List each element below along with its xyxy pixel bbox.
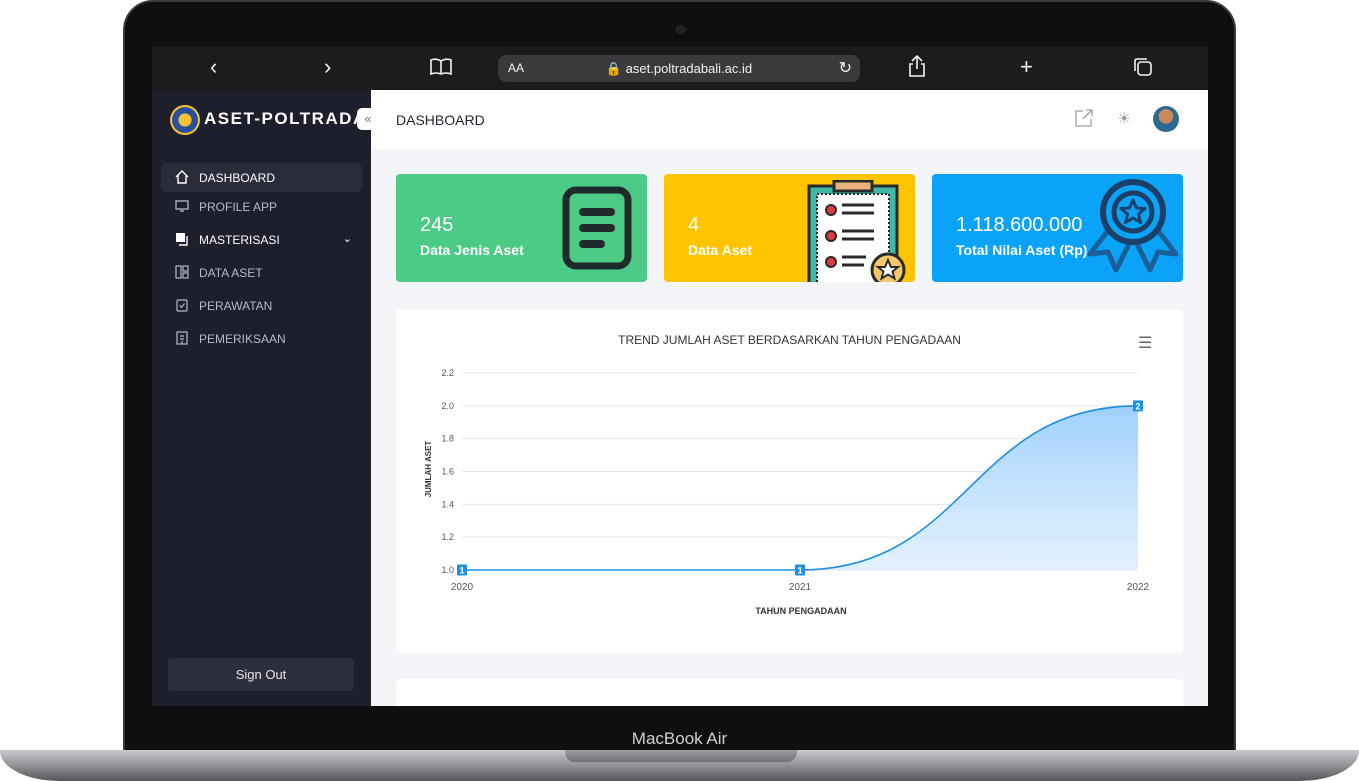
reload-icon[interactable]: ↻ bbox=[839, 58, 852, 78]
x-axis-label: TAHUN PENGADAAN bbox=[755, 606, 846, 616]
sidebar-item-label: PROFILE APP bbox=[199, 200, 278, 214]
trend-chart: 1.0 1.2 1.4 1.6 1.8 2.0 2.2 1 1 2 2020 2021 2022 T… bbox=[424, 368, 1150, 616]
sidebar-item-label: PEMERIKSAAN bbox=[199, 332, 286, 346]
camera bbox=[676, 25, 685, 34]
screen: ‹ › AA 🔒 aset.poltradabali.ac.id ↻ + ASE… bbox=[152, 46, 1208, 706]
avatar[interactable] bbox=[1153, 106, 1179, 132]
stat-label: Total Nilai Aset (Rp) bbox=[956, 242, 1088, 258]
document-icon bbox=[562, 186, 632, 270]
sidebar-item-data-aset[interactable]: DATA ASET bbox=[161, 258, 362, 287]
laptop-notch bbox=[565, 750, 797, 762]
clipboard-list-icon bbox=[807, 180, 906, 282]
y-tick-label: 2.0 bbox=[441, 401, 454, 411]
data-label-text: 1 bbox=[797, 566, 802, 576]
share-icon[interactable] bbox=[908, 54, 926, 83]
app-name: ASET-POLTRADA bbox=[204, 109, 367, 128]
forward-icon[interactable]: › bbox=[324, 54, 331, 80]
y-tick-label: 1.2 bbox=[441, 532, 454, 542]
sidebar-item-masterisasi[interactable]: MASTERISASI ⌄ bbox=[161, 225, 362, 254]
sidebar-item-profile-app[interactable]: PROFILE APP bbox=[161, 192, 362, 221]
y-tick-label: 1.4 bbox=[441, 499, 454, 509]
stat-label: Data Jenis Aset bbox=[420, 242, 524, 258]
award-icon bbox=[1087, 179, 1179, 273]
tabs-icon[interactable] bbox=[1133, 57, 1153, 83]
data-label: 2 bbox=[1133, 400, 1143, 412]
clipboard-check-icon bbox=[175, 298, 189, 312]
x-tick-label: 2022 bbox=[1127, 582, 1150, 593]
new-tab-icon[interactable]: + bbox=[1020, 54, 1033, 80]
sidebar: ASET-POLTRADA DASHBOARD PROFILE APP MAST… bbox=[152, 90, 371, 706]
top-header: DASHBOARD ☀ bbox=[371, 90, 1208, 149]
sidebar-item-label: DATA ASET bbox=[199, 266, 263, 280]
data-label-text: 2 bbox=[1135, 401, 1140, 411]
bookmarks-icon[interactable] bbox=[430, 56, 452, 82]
stat-card-jenis-aset: 245 Data Jenis Aset bbox=[396, 174, 647, 282]
sidebar-item-label: MASTERISASI bbox=[199, 233, 280, 247]
y-tick-label: 2.2 bbox=[441, 368, 454, 378]
building-icon bbox=[175, 331, 189, 345]
sidebar-item-pemeriksaan[interactable]: PEMERIKSAAN bbox=[161, 324, 362, 353]
y-tick-label: 1.6 bbox=[441, 467, 454, 477]
stat-card-data-aset: 4 Data Aset bbox=[664, 174, 915, 282]
sidebar-item-label: PERAWATAN bbox=[199, 299, 273, 313]
url-value: aset.poltradabali.ac.id bbox=[625, 61, 753, 76]
x-tick-label: 2020 bbox=[451, 582, 474, 593]
logo-icon bbox=[170, 105, 200, 135]
device-label: MacBook Air bbox=[631, 729, 728, 748]
theme-toggle-icon[interactable]: ☀ bbox=[1117, 109, 1131, 129]
monitor-icon bbox=[175, 199, 189, 213]
stat-label: Data Aset bbox=[688, 242, 753, 258]
sidebar-item-perawatan[interactable]: PERAWATAN bbox=[161, 291, 362, 320]
url-text: 🔒 aset.poltradabali.ac.id bbox=[605, 61, 753, 76]
chart-card: TREND JUMLAH ASET BERDASARKAN TAHUN PENG… bbox=[396, 309, 1183, 653]
external-link-icon[interactable] bbox=[1074, 108, 1094, 133]
stat-value: 1.118.600.000 bbox=[956, 214, 1083, 236]
back-icon[interactable]: ‹ bbox=[210, 54, 217, 80]
sidebar-item-dashboard[interactable]: DASHBOARD bbox=[161, 163, 362, 192]
y-tick-label: 1.8 bbox=[441, 434, 454, 444]
x-tick-label: 2021 bbox=[789, 582, 812, 593]
stat-card-nilai-aset: 1.118.600.000 Total Nilai Aset (Rp) bbox=[932, 174, 1183, 282]
stat-value: 4 bbox=[688, 214, 700, 236]
chevron-down-icon: ⌄ bbox=[342, 233, 352, 245]
sign-out-button[interactable]: Sign Out bbox=[168, 658, 354, 691]
data-label: 1 bbox=[795, 564, 805, 576]
series-area bbox=[462, 405, 1138, 570]
collapse-sidebar-button[interactable]: « bbox=[357, 108, 379, 130]
browser-toolbar: ‹ › AA 🔒 aset.poltradabali.ac.id ↻ + bbox=[152, 46, 1208, 90]
home-icon bbox=[175, 170, 189, 184]
data-label: 1 bbox=[457, 564, 467, 576]
stat-value: 245 bbox=[420, 214, 454, 236]
sidebar-item-label: DASHBOARD bbox=[199, 171, 276, 185]
secondary-card bbox=[396, 679, 1183, 706]
sidebar-menu: DASHBOARD PROFILE APP MASTERISASI ⌄ DATA… bbox=[161, 163, 362, 357]
copy-icon bbox=[175, 232, 189, 246]
y-tick-label: 1.0 bbox=[441, 565, 454, 575]
address-bar[interactable]: AA 🔒 aset.poltradabali.ac.id ↻ bbox=[498, 55, 860, 82]
y-axis-label: JUMLAH ASET bbox=[424, 441, 433, 498]
layout-icon bbox=[175, 265, 189, 279]
data-label-text: 1 bbox=[459, 566, 464, 576]
page-title: DASHBOARD bbox=[396, 112, 485, 128]
